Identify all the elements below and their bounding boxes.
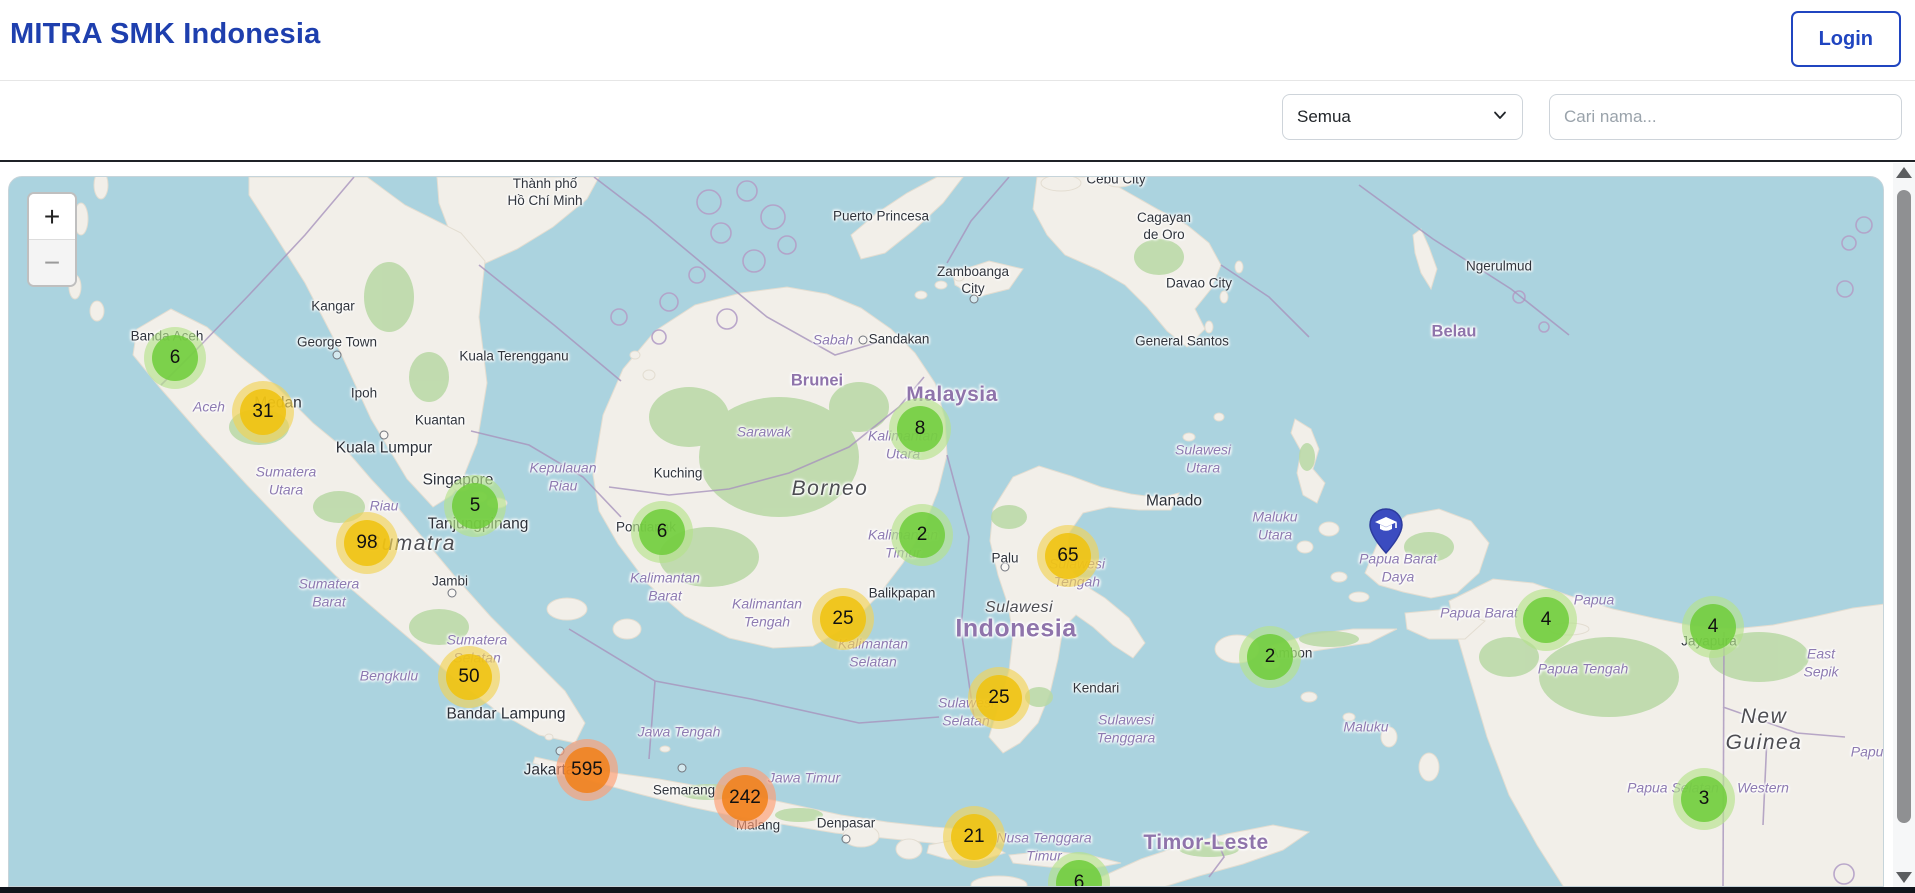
footer-bar	[0, 887, 1915, 893]
cluster-marker[interactable]: 2	[1239, 626, 1301, 688]
school-pin-marker[interactable]	[1368, 508, 1404, 554]
login-button[interactable]: Login	[1790, 11, 1901, 67]
cluster-marker[interactable]: 21	[943, 806, 1005, 868]
cluster-count: 25	[976, 675, 1022, 721]
scrollbar-down-arrow-icon[interactable]	[1896, 872, 1912, 883]
category-select[interactable]: Semua	[1282, 94, 1523, 140]
town-dot	[677, 763, 687, 773]
cluster-marker[interactable]: 6	[144, 327, 206, 389]
town-dot	[858, 335, 868, 345]
cluster-count: 595	[564, 747, 610, 793]
cluster-count: 21	[951, 814, 997, 860]
cluster-count: 98	[344, 520, 390, 566]
login-button-label: Login	[1818, 27, 1873, 50]
cluster-count: 65	[1045, 533, 1091, 579]
app-header: MITRA SMK Indonesia Login	[0, 0, 1915, 80]
cluster-marker[interactable]: 3	[1673, 768, 1735, 830]
cluster-marker[interactable]: 5	[444, 475, 506, 537]
cluster-marker[interactable]: 8	[889, 398, 951, 460]
cluster-count: 6	[639, 509, 685, 555]
map-canvas[interactable]: Thành phố Hồ Chí Minh Puerto Princesa Cebu…	[8, 176, 1884, 887]
cluster-count: 4	[1523, 597, 1569, 643]
cluster-count: 31	[240, 389, 286, 435]
zoom-in-button[interactable]: +	[29, 194, 75, 239]
cluster-count: 50	[446, 654, 492, 700]
town-dot	[332, 350, 342, 360]
cluster-marker[interactable]: 25	[812, 588, 874, 650]
cluster-count: 8	[897, 406, 943, 452]
toolbar-divider	[0, 160, 1915, 162]
cluster-marker[interactable]: 242	[714, 767, 776, 829]
cluster-count: 3	[1681, 776, 1727, 822]
town-dot	[841, 834, 851, 844]
cluster-count: 4	[1690, 604, 1736, 650]
town-dot	[379, 430, 389, 440]
cluster-count: 6	[1056, 860, 1102, 886]
cluster-marker[interactable]: 98	[336, 512, 398, 574]
town-dot	[969, 294, 979, 304]
cluster-marker[interactable]: 4	[1515, 589, 1577, 651]
cluster-count: 242	[722, 775, 768, 821]
app-title: MITRA SMK Indonesia	[10, 18, 321, 50]
cluster-marker[interactable]: 31	[232, 381, 294, 443]
cluster-marker[interactable]: 50	[438, 646, 500, 708]
search-input[interactable]	[1549, 94, 1902, 140]
town-dot	[447, 588, 457, 598]
scrollbar-up-arrow-icon[interactable]	[1896, 167, 1912, 178]
zoom-out-button[interactable]: −	[29, 239, 75, 285]
filter-toolbar: Semua	[0, 81, 1915, 161]
town-dot	[1000, 562, 1010, 572]
cluster-count: 2	[1247, 634, 1293, 680]
map-zoom-control: + −	[27, 192, 77, 287]
vertical-scrollbar[interactable]	[1893, 163, 1915, 887]
cluster-marker[interactable]: 2	[891, 504, 953, 566]
cluster-marker[interactable]: 595	[556, 739, 618, 801]
scrollbar-thumb[interactable]	[1897, 190, 1911, 823]
cluster-marker[interactable]: 65	[1037, 525, 1099, 587]
chevron-down-icon	[1492, 107, 1508, 128]
cluster-count: 5	[452, 483, 498, 529]
cluster-marker[interactable]: 25	[968, 667, 1030, 729]
cluster-count: 25	[820, 596, 866, 642]
cluster-marker[interactable]: 6	[631, 501, 693, 563]
cluster-count: 2	[899, 512, 945, 558]
category-select-value: Semua	[1297, 107, 1351, 126]
cluster-count: 6	[152, 335, 198, 381]
cluster-marker[interactable]: 4	[1682, 596, 1744, 658]
